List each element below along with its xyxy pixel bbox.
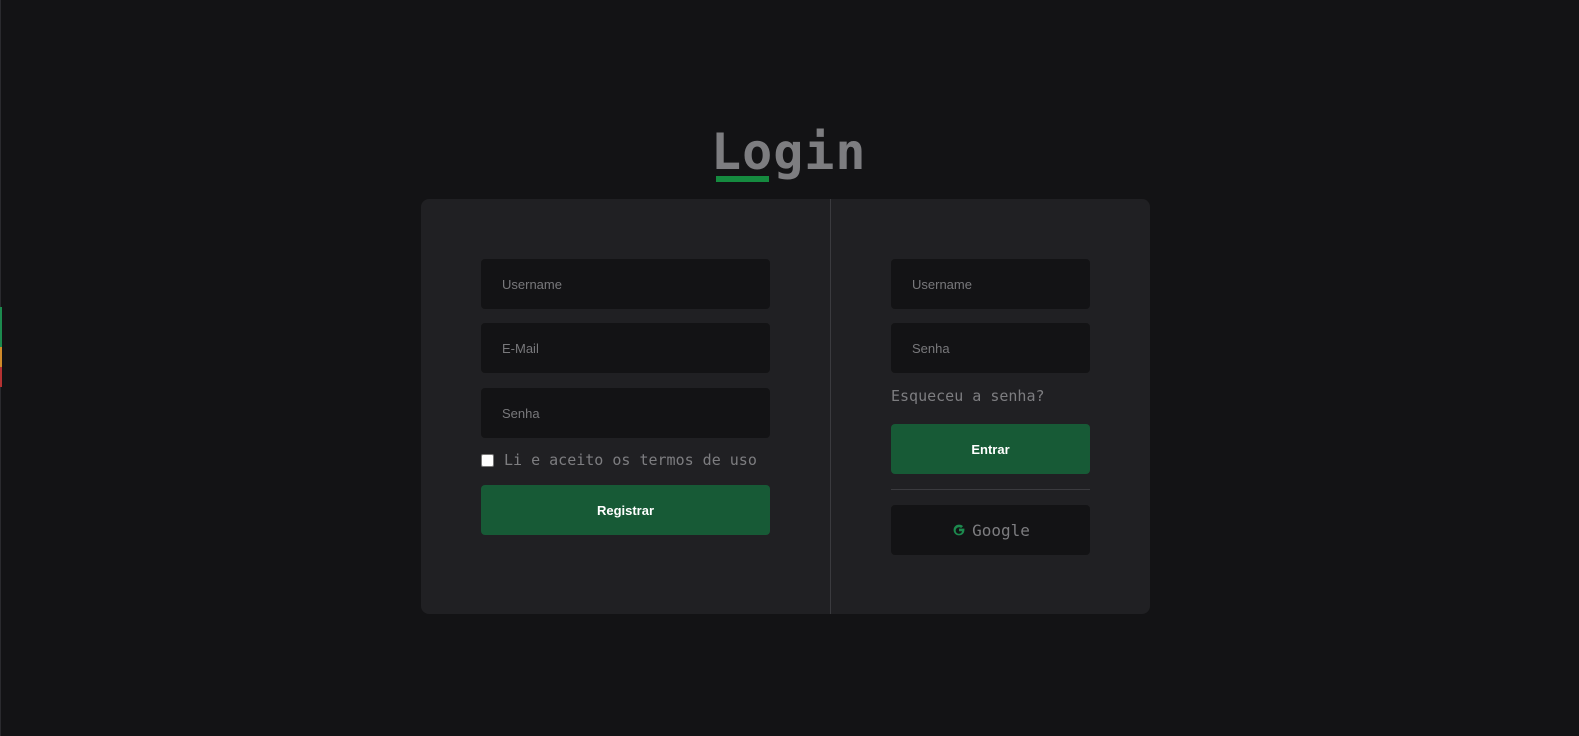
register-email-input[interactable] bbox=[481, 323, 770, 373]
terms-checkbox[interactable] bbox=[481, 453, 494, 467]
forgot-password-link[interactable]: Esqueceu a senha? bbox=[891, 387, 1045, 405]
title-underline bbox=[716, 176, 769, 182]
login-password-input[interactable] bbox=[891, 323, 1090, 373]
terms-row[interactable]: Li e aceito os termos de uso bbox=[481, 450, 781, 470]
login-button-label: Entrar bbox=[971, 441, 1010, 457]
edge-indicator-orange bbox=[0, 347, 2, 367]
google-button-label: Google bbox=[972, 520, 1030, 540]
terms-label: Li e aceito os termos de uso bbox=[504, 451, 757, 469]
edge-indicator-red bbox=[0, 367, 2, 387]
register-username-input[interactable] bbox=[481, 259, 770, 309]
social-separator bbox=[891, 489, 1090, 490]
edge-indicator-green bbox=[0, 307, 2, 347]
login-username-input[interactable] bbox=[891, 259, 1090, 309]
register-button[interactable]: Registrar bbox=[481, 485, 770, 535]
register-password-input[interactable] bbox=[481, 388, 770, 438]
auth-card: Li e aceito os termos de uso Registrar E… bbox=[421, 199, 1150, 614]
form-divider bbox=[830, 199, 831, 614]
google-login-button[interactable]: Google bbox=[891, 505, 1090, 555]
page-title: Login bbox=[711, 123, 867, 181]
register-button-label: Registrar bbox=[596, 502, 655, 518]
login-button[interactable]: Entrar bbox=[891, 424, 1090, 474]
google-g-icon bbox=[951, 522, 967, 538]
